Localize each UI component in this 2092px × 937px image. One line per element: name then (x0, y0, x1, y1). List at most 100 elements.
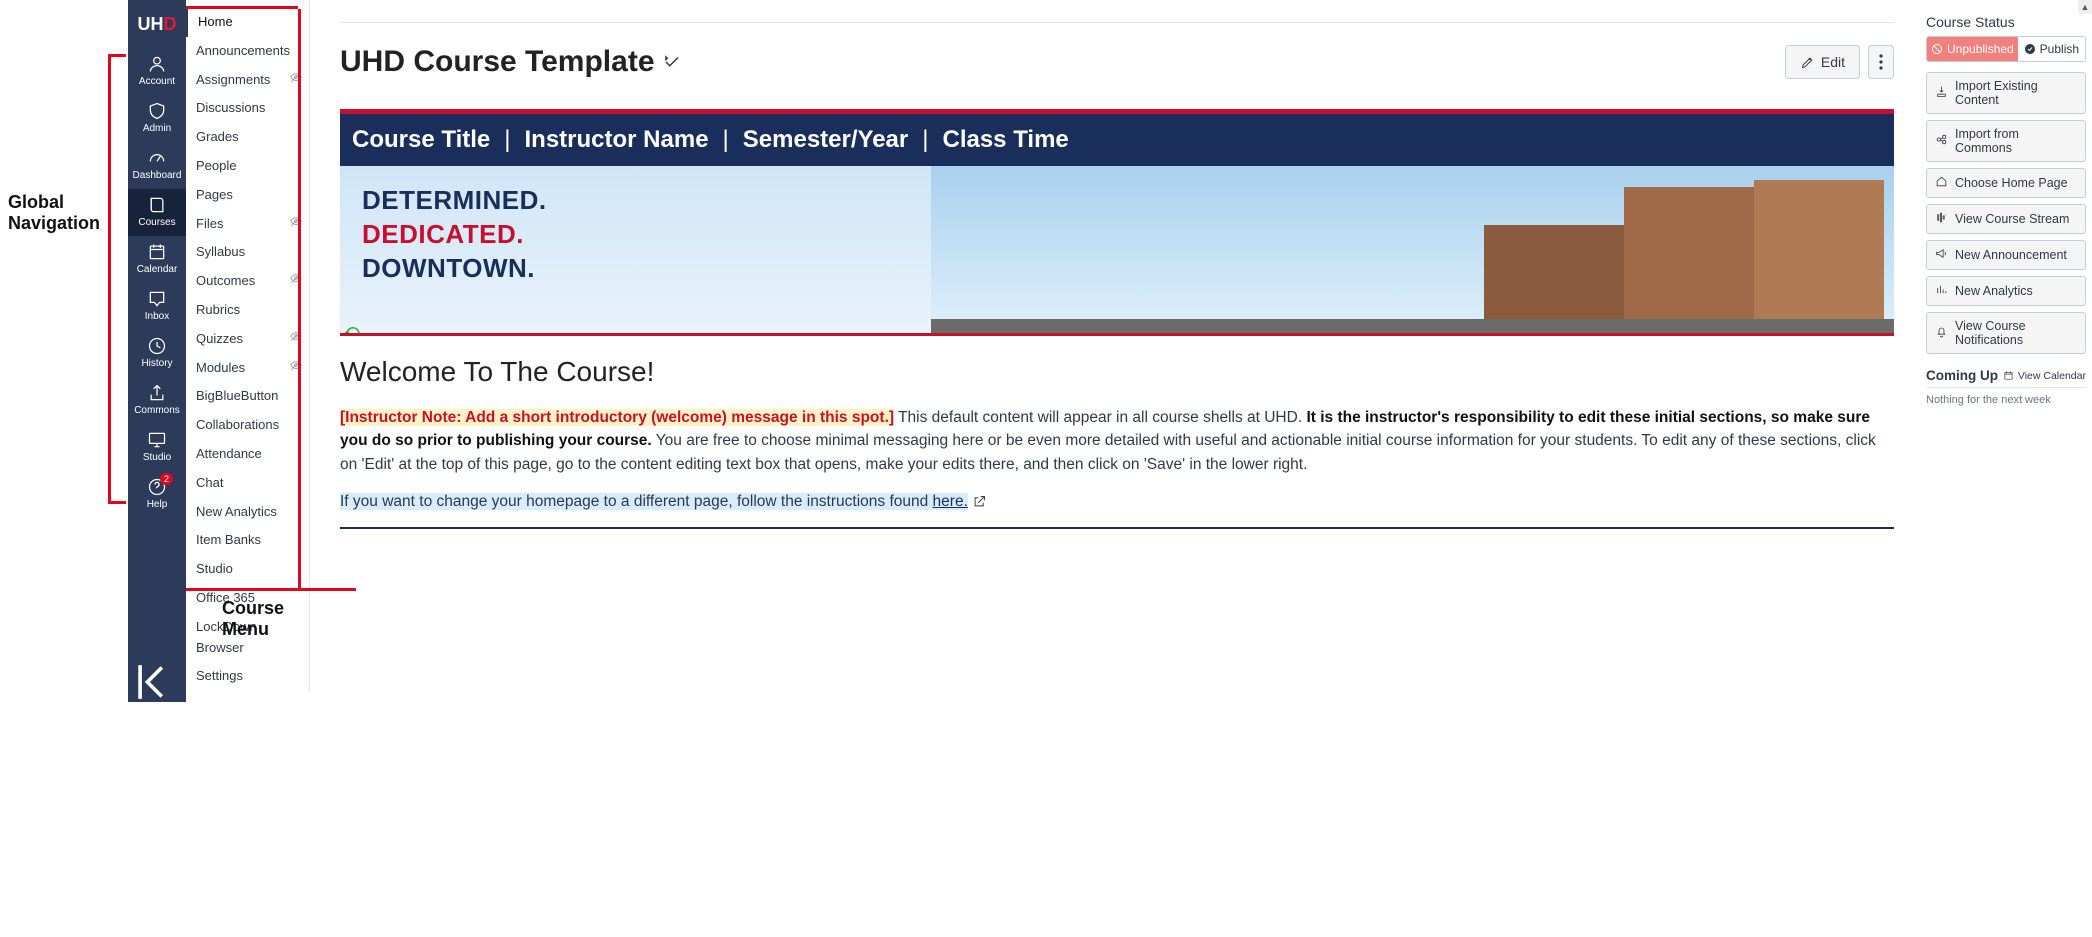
main-content: UHD Course Template Edit Course Title|In… (310, 0, 1920, 702)
sidebar-action-label: Import Existing Content (1955, 79, 2077, 107)
course-menu-label: Announcements (196, 41, 290, 62)
eye-off-icon (289, 358, 303, 379)
global-nav-label: Commons (134, 405, 180, 416)
global-nav-help[interactable]: 2Help (128, 471, 186, 518)
course-menu-item-banks[interactable]: Item Banks (186, 526, 309, 555)
course-menu-label: BigBlueButton (196, 386, 278, 407)
sidebar-action-new-announcement[interactable]: New Announcement (1926, 240, 2086, 270)
course-menu-label: Assignments (196, 70, 270, 91)
course-menu-label: Settings (196, 666, 243, 687)
course-menu-collaborations[interactable]: Collaborations (186, 411, 309, 440)
course-menu-lockdown-browser[interactable]: LockDown Browser (186, 613, 309, 663)
course-status-heading: Course Status (1926, 14, 2086, 30)
course-menu-new-analytics[interactable]: New Analytics (186, 498, 309, 527)
sidebar-action-label: New Announcement (1955, 248, 2067, 262)
separator: | (719, 126, 733, 154)
refresh-icon (344, 325, 362, 336)
course-menu-discussions[interactable]: Discussions (186, 94, 309, 123)
page-title: UHD Course Template (340, 45, 655, 79)
course-menu-settings[interactable]: Settings (186, 662, 309, 691)
course-menu-label: Home (198, 12, 233, 33)
global-nav-account[interactable]: Account (128, 48, 186, 95)
sidebar-action-new-analytics[interactable]: New Analytics (1926, 276, 2086, 306)
course-menu-label: Syllabus (196, 242, 245, 263)
welcome-heading: Welcome To The Course! (340, 356, 1894, 388)
eye-off-icon (289, 70, 303, 91)
sidebar-action-import-from-commons[interactable]: Import from Commons (1926, 120, 2086, 162)
course-menu-home[interactable]: Home (186, 8, 309, 37)
separator: | (918, 126, 932, 154)
sidebar-action-label: Choose Home Page (1955, 176, 2068, 190)
analytics-icon (1935, 283, 1948, 299)
sidebar-action-view-course-stream[interactable]: View Course Stream (1926, 204, 2086, 234)
homepage-instructions-link[interactable]: here. (933, 493, 968, 510)
welcome-paragraph-2: If you want to change your homepage to a… (340, 490, 1894, 513)
global-nav-inbox[interactable]: Inbox (128, 283, 186, 330)
external-link-icon (972, 493, 987, 510)
scroll-up-arrow[interactable]: ▲ (2078, 0, 2092, 14)
course-menu-label: People (196, 156, 236, 177)
course-menu-rubrics[interactable]: Rubrics (186, 296, 309, 325)
announce-icon (1935, 247, 1948, 263)
course-menu-label: Rubrics (196, 300, 240, 321)
collapse-nav-button[interactable] (128, 662, 186, 702)
gauge-icon (147, 148, 167, 168)
course-menu-grades[interactable]: Grades (186, 123, 309, 152)
global-nav-admin[interactable]: Admin (128, 95, 186, 142)
global-nav-commons[interactable]: Commons (128, 377, 186, 424)
course-menu-pages[interactable]: Pages (186, 181, 309, 210)
course-menu-syllabus[interactable]: Syllabus (186, 238, 309, 267)
course-menu-label: Office 365 (196, 588, 255, 609)
course-menu-label: Item Banks (196, 530, 261, 551)
global-nav-label: Admin (143, 123, 171, 134)
eye-off-icon (289, 214, 303, 235)
import-icon (1935, 85, 1948, 101)
right-sidebar: Course Status Unpublished Publish Import… (1920, 0, 2092, 702)
sidebar-action-choose-home-page[interactable]: Choose Home Page (1926, 168, 2086, 198)
book-icon (147, 195, 167, 215)
global-nav-history[interactable]: History (128, 330, 186, 377)
sidebar-action-label: View Course Stream (1955, 212, 2069, 226)
bell-icon (1935, 325, 1948, 341)
section-divider (340, 527, 1894, 529)
course-menu-label: Studio (196, 559, 233, 580)
global-nav-label: History (141, 358, 172, 369)
eye-off-icon (289, 271, 303, 292)
course-menu-quizzes[interactable]: Quizzes (186, 325, 309, 354)
course-menu: Home Announcements Assignments Discussions G… (186, 0, 310, 691)
course-menu-people[interactable]: People (186, 152, 309, 181)
course-menu-chat[interactable]: Chat (186, 469, 309, 498)
course-menu-bigbluebutton[interactable]: BigBlueButton (186, 382, 309, 411)
global-nav-label: Help (147, 499, 168, 510)
immersive-reader-icon[interactable] (663, 45, 681, 79)
hero-line-3: DOWNTOWN. (362, 252, 547, 286)
course-menu-label: Files (196, 214, 223, 235)
course-menu-outcomes[interactable]: Outcomes (186, 267, 309, 296)
sidebar-action-view-course-notifications[interactable]: View Course Notifications (1926, 312, 2086, 354)
eye-off-icon (289, 329, 303, 350)
course-menu-files[interactable]: Files (186, 210, 309, 239)
global-nav-dashboard[interactable]: Dashboard (128, 142, 186, 189)
sidebar-action-import-existing-content[interactable]: Import Existing Content (1926, 72, 2086, 114)
more-options-button[interactable] (1868, 45, 1894, 79)
global-nav-studio[interactable]: Studio (128, 424, 186, 471)
inbox-icon (147, 289, 167, 309)
global-nav-calendar[interactable]: Calendar (128, 236, 186, 283)
course-menu-label: Discussions (196, 98, 265, 119)
course-menu-attendance[interactable]: Attendance (186, 440, 309, 469)
publish-button[interactable]: Publish (2018, 37, 2085, 61)
course-menu-announcements[interactable]: Announcements (186, 37, 309, 66)
view-calendar-link[interactable]: View Calendar (2003, 370, 2086, 382)
course-menu-assignments[interactable]: Assignments (186, 66, 309, 95)
course-menu-label: Collaborations (196, 415, 279, 436)
edit-button[interactable]: Edit (1785, 45, 1860, 79)
welcome-paragraph-1: [Instructor Note: Add a short introducto… (340, 406, 1894, 476)
course-menu-label: Attendance (196, 444, 262, 465)
course-menu-modules[interactable]: Modules (186, 354, 309, 383)
coming-up-empty: Nothing for the next week (1926, 394, 2086, 406)
course-menu-studio[interactable]: Studio (186, 555, 309, 584)
calendar-icon (147, 242, 167, 262)
hero-image-placeholder (931, 166, 1894, 333)
global-nav-courses[interactable]: Courses (128, 189, 186, 236)
course-menu-office-365[interactable]: Office 365 (186, 584, 309, 613)
